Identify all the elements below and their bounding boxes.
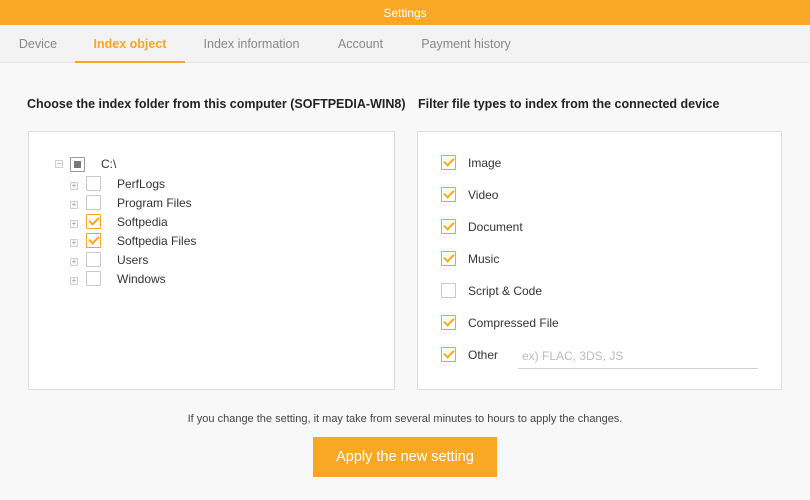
- music-checkbox[interactable]: [441, 251, 456, 266]
- filetype-section-title: Filter file types to index from the conn…: [418, 97, 720, 111]
- tree-item-label: PerfLogs: [117, 177, 166, 191]
- tree-root-label: C:\: [101, 157, 117, 171]
- perflogs-checkbox[interactable]: [86, 176, 101, 191]
- apply-setting-button[interactable]: Apply the new setting: [313, 437, 497, 477]
- tab-device[interactable]: Device: [7, 25, 69, 62]
- folder-section-title: Choose the index folder from this comput…: [27, 97, 406, 111]
- apply-notice: If you change the setting, it may take f…: [187, 413, 623, 425]
- tree-item-label: Program Files: [117, 196, 192, 210]
- image-checkbox[interactable]: [441, 155, 456, 170]
- windows-checkbox[interactable]: [86, 271, 101, 286]
- root-checkbox[interactable]: [70, 157, 85, 172]
- tree-item-label: Softpedia: [117, 215, 168, 229]
- expand-users-toggle[interactable]: +: [70, 258, 78, 266]
- softpedia-files-checkbox[interactable]: [86, 233, 101, 248]
- filetype-label: Music: [468, 252, 500, 266]
- tab-payment-history[interactable]: Payment history: [413, 25, 519, 62]
- tab-index-object[interactable]: Index object: [75, 25, 185, 63]
- expand-windows-toggle[interactable]: +: [70, 277, 78, 285]
- filetype-label: Image: [468, 156, 502, 170]
- window-title: Settings: [383, 5, 427, 20]
- tree-item-label: Users: [117, 253, 149, 267]
- softpedia-checkbox[interactable]: [86, 214, 101, 229]
- folder-tree-panel: − C:\ + PerfLogs + Program Files + Softp…: [28, 131, 395, 390]
- other-extensions-input[interactable]: [518, 343, 758, 369]
- expand-softpedia-toggle[interactable]: +: [70, 220, 78, 228]
- video-checkbox[interactable]: [441, 187, 456, 202]
- script-code-checkbox[interactable]: [441, 283, 456, 298]
- compressed-file-checkbox[interactable]: [441, 315, 456, 330]
- filetype-label: Script & Code: [468, 284, 543, 298]
- users-checkbox[interactable]: [86, 252, 101, 267]
- tab-account[interactable]: Account: [328, 25, 393, 62]
- expand-perflogs-toggle[interactable]: +: [70, 182, 78, 190]
- filetype-label: Compressed File: [468, 316, 559, 330]
- filetype-label: Video: [468, 188, 499, 202]
- tree-item-label: Windows: [117, 272, 166, 286]
- tree-item-label: Softpedia Files: [117, 234, 197, 248]
- expand-softpedia-files-toggle[interactable]: +: [70, 239, 78, 247]
- tab-bar: Device Index object Index information Ac…: [0, 25, 810, 63]
- expand-program-files-toggle[interactable]: +: [70, 201, 78, 209]
- window-titlebar: Settings: [0, 0, 810, 25]
- other-checkbox[interactable]: [441, 347, 456, 362]
- program-files-checkbox[interactable]: [86, 195, 101, 210]
- tab-index-information[interactable]: Index information: [195, 25, 308, 62]
- document-checkbox[interactable]: [441, 219, 456, 234]
- filetype-label: Other: [468, 348, 499, 362]
- filetype-label: Document: [468, 220, 523, 234]
- root-collapse-toggle[interactable]: −: [55, 160, 63, 168]
